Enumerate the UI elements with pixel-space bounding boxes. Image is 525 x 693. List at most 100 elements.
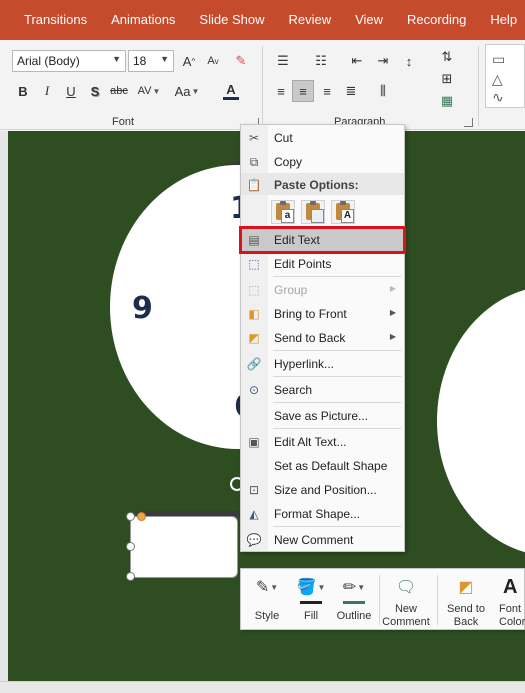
tab-review[interactable]: Review bbox=[276, 0, 343, 40]
menu-item-set-as-default-shape[interactable]: Set as Default Shape bbox=[241, 454, 404, 478]
decrease-indent-icon[interactable]: ⇤ bbox=[346, 50, 368, 72]
send-to-back-button[interactable]: ◩ Send to Back bbox=[441, 573, 491, 629]
clock-number-9: 9 bbox=[132, 291, 153, 326]
ribbon: Arial (Body) ▼ 18 ▼ A ^ Av ✎ B I U S abc … bbox=[0, 40, 525, 130]
menu-item-group[interactable]: ⬚ Group ▶ bbox=[241, 278, 404, 302]
search-icon: ⊙ bbox=[248, 383, 260, 397]
chevron-down-icon: ▼ bbox=[191, 86, 200, 96]
chevron-down-icon: ▼ bbox=[160, 54, 169, 64]
menu-item-paste-options: 📋 Paste Options: bbox=[241, 173, 404, 195]
edit-text-icon: ▤ bbox=[248, 233, 260, 247]
resize-handle[interactable] bbox=[126, 512, 135, 521]
italic-button[interactable]: I bbox=[36, 80, 58, 102]
menu-item-send-to-back[interactable]: ◩ Send to Back ▶ bbox=[241, 326, 404, 350]
align-right-icon[interactable]: ≡ bbox=[316, 80, 338, 102]
style-button[interactable]: ✎ ▼ Style bbox=[247, 573, 287, 629]
text-direction-icon[interactable]: ⇅ bbox=[436, 46, 458, 68]
character-spacing-button[interactable]: AV ▼ bbox=[134, 80, 164, 102]
font-color-mini-button[interactable]: A Font Color bbox=[495, 573, 525, 629]
rectangle-shape-icon[interactable]: ▭ bbox=[492, 51, 505, 68]
shrink-font-button[interactable]: Av bbox=[202, 50, 224, 72]
menu-item-hyperlink[interactable]: 🔗 Hyperlink... bbox=[241, 352, 404, 376]
smartart-icon[interactable]: ▦ bbox=[436, 90, 458, 112]
menu-separator bbox=[273, 350, 401, 351]
strikethrough-button[interactable]: abc bbox=[108, 80, 130, 102]
chevron-down-icon: ▼ bbox=[152, 86, 161, 96]
align-text-icon[interactable]: ⊞ bbox=[436, 68, 458, 90]
selected-text-box-shape[interactable] bbox=[130, 516, 238, 578]
send-to-back-icon: ◩ bbox=[248, 331, 260, 345]
submenu-arrow-icon: ▶ bbox=[389, 284, 396, 293]
menu-item-bring-to-front[interactable]: ◧ Bring to Front ▶ bbox=[241, 302, 404, 326]
context-menu: ✂ Cut ⧉ Copy 📋 Paste Options: a A ▤ Edit… bbox=[239, 124, 406, 552]
menu-item-edit-points[interactable]: ⬚ Edit Points bbox=[241, 252, 404, 276]
adjust-handle[interactable] bbox=[137, 512, 146, 521]
fill-button[interactable]: 🪣 ▼ Fill bbox=[291, 573, 331, 629]
paste-options-row: a A bbox=[271, 200, 355, 224]
menu-item-copy[interactable]: ⧉ Copy bbox=[241, 150, 404, 174]
alt-text-icon: ▣ bbox=[248, 435, 260, 449]
tab-help[interactable]: Help bbox=[478, 0, 525, 40]
bring-to-front-icon: ◧ bbox=[248, 307, 260, 321]
new-comment-button[interactable]: 🗨 New Comment bbox=[381, 573, 431, 629]
fill-color-swatch bbox=[300, 601, 322, 604]
toolbar-separator bbox=[379, 575, 380, 625]
menu-item-new-comment[interactable]: 💬 New Comment bbox=[241, 528, 404, 552]
change-case-button[interactable]: Aa ▼ bbox=[172, 80, 202, 102]
send-to-back-icon: ◩ bbox=[458, 579, 474, 596]
font-name-combo[interactable]: Arial (Body) ▼ bbox=[12, 50, 126, 72]
paint-bucket-icon: 🪣 ▼ bbox=[296, 579, 326, 596]
tab-animations[interactable]: Animations bbox=[99, 0, 187, 40]
bold-button[interactable]: B bbox=[12, 80, 34, 102]
shapes-gallery[interactable]: ▭ △ ∿ bbox=[485, 44, 525, 108]
pen-outline-icon: ✏ ▼ bbox=[342, 579, 366, 596]
triangle-shape-icon[interactable]: △ bbox=[492, 71, 503, 88]
tab-view[interactable]: View bbox=[343, 0, 395, 40]
submenu-arrow-icon: ▶ bbox=[389, 332, 396, 341]
numbering-icon[interactable]: ☷ bbox=[310, 50, 332, 72]
tab-slide-show[interactable]: Slide Show bbox=[187, 0, 276, 40]
increase-indent-icon[interactable]: ⇥ bbox=[372, 50, 394, 72]
menu-item-edit-alt-text[interactable]: ▣ Edit Alt Text... bbox=[241, 430, 404, 454]
menu-separator bbox=[273, 402, 401, 403]
align-center-icon[interactable]: ≡ bbox=[292, 80, 314, 102]
align-left-icon[interactable]: ≡ bbox=[270, 80, 292, 102]
resize-handle[interactable] bbox=[126, 542, 135, 551]
clear-formatting-icon[interactable]: ✎ bbox=[230, 50, 252, 72]
resize-handle[interactable] bbox=[126, 572, 135, 581]
line-spacing-icon[interactable]: ↕ bbox=[398, 50, 420, 72]
second-circle-shape[interactable] bbox=[437, 286, 525, 556]
menu-item-size-and-position[interactable]: ⊡ Size and Position... bbox=[241, 478, 404, 502]
underline-button[interactable]: U bbox=[60, 80, 82, 102]
menu-separator bbox=[273, 376, 401, 377]
font-size-combo[interactable]: 18 ▼ bbox=[128, 50, 174, 72]
font-color-button[interactable]: A bbox=[216, 80, 246, 102]
menu-separator bbox=[273, 428, 401, 429]
submenu-arrow-icon: ▶ bbox=[389, 308, 396, 317]
menu-item-save-as-picture[interactable]: Save as Picture... bbox=[241, 404, 404, 428]
paragraph-dialog-launcher-icon[interactable] bbox=[464, 118, 473, 127]
paste-icon: 📋 bbox=[246, 178, 262, 192]
justify-icon[interactable]: ≣ bbox=[340, 80, 362, 102]
menu-item-format-shape[interactable]: ◭ Format Shape... bbox=[241, 502, 404, 526]
bullets-icon[interactable]: ☰ bbox=[272, 50, 294, 72]
paste-picture-button[interactable] bbox=[301, 200, 325, 224]
status-bar bbox=[0, 681, 525, 693]
comment-plus-icon: 🗨 bbox=[395, 579, 417, 596]
columns-icon[interactable]: ⫼ bbox=[372, 80, 394, 102]
freeform-shape-icon[interactable]: ∿ bbox=[492, 89, 504, 106]
menu-item-search[interactable]: ⊙ Search bbox=[241, 378, 404, 402]
outline-button[interactable]: ✏ ▼ Outline bbox=[333, 573, 375, 629]
link-icon: 🔗 bbox=[246, 357, 262, 371]
font-color-swatch bbox=[223, 96, 239, 100]
paste-use-destination-theme-button[interactable]: a bbox=[271, 200, 295, 224]
menu-item-edit-text[interactable]: ▤ Edit Text bbox=[239, 226, 406, 254]
shadow-button[interactable]: S bbox=[84, 80, 106, 102]
group-separator bbox=[478, 46, 479, 126]
tab-transitions[interactable]: Transitions bbox=[0, 0, 99, 40]
comment-icon: 💬 bbox=[246, 533, 262, 547]
tab-recording[interactable]: Recording bbox=[395, 0, 478, 40]
grow-font-button[interactable]: A ^ bbox=[178, 50, 200, 72]
paste-keep-text-only-button[interactable]: A bbox=[331, 200, 355, 224]
menu-item-cut[interactable]: ✂ Cut bbox=[241, 126, 404, 150]
